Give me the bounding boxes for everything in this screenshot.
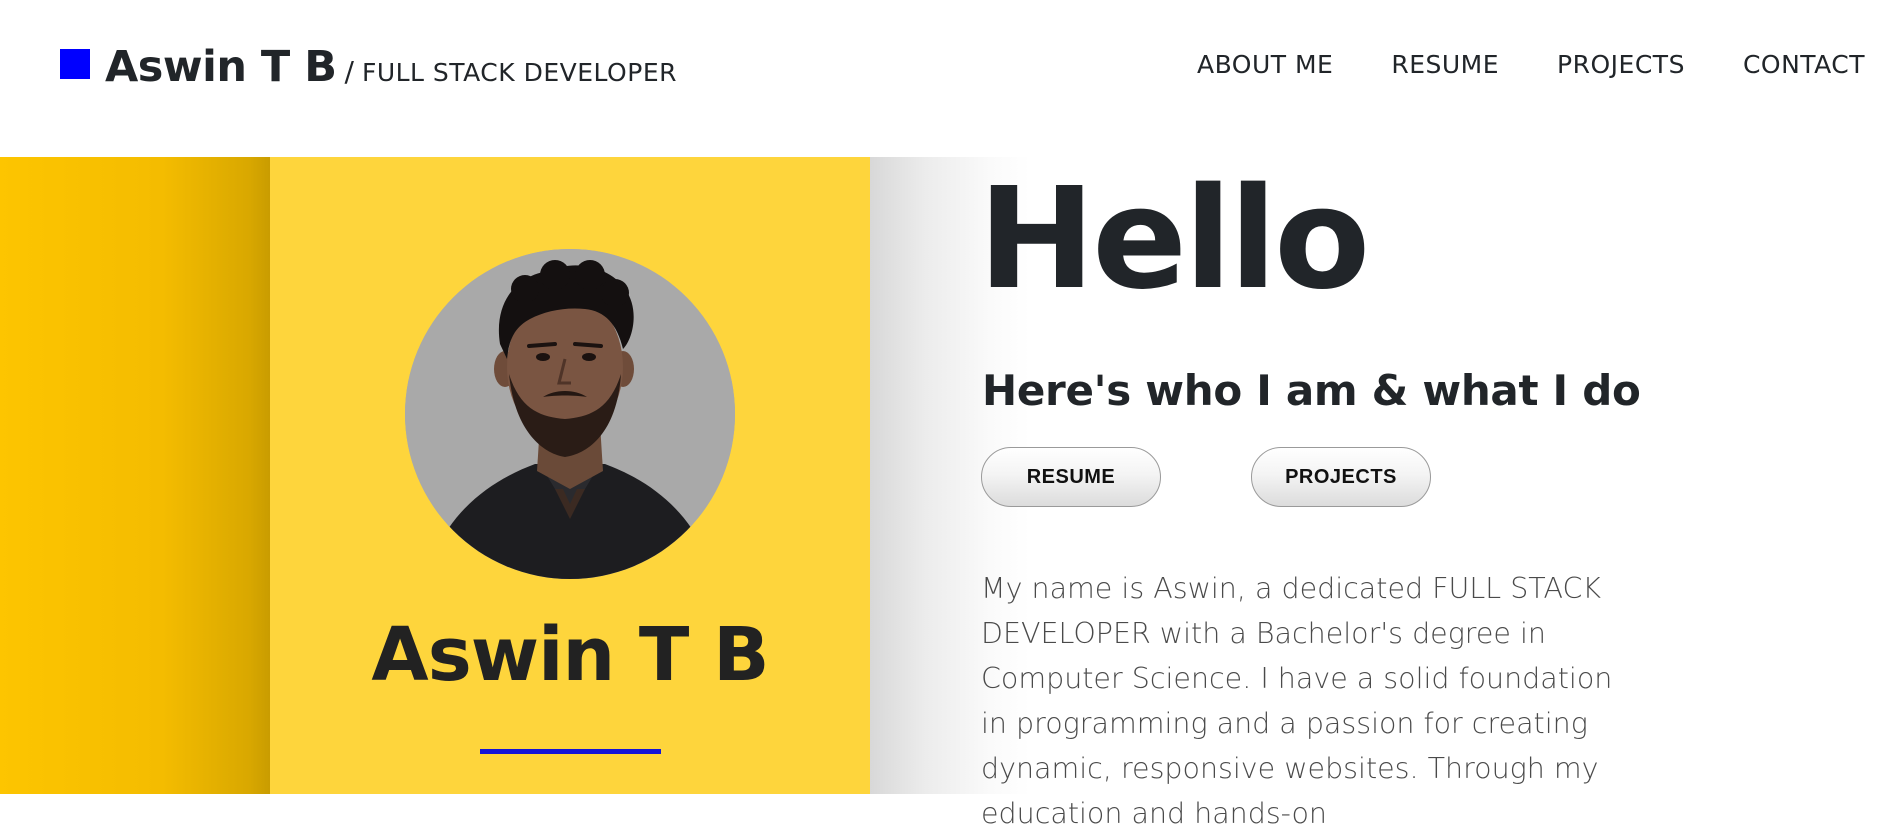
person-photo-icon: [405, 249, 735, 579]
main-nav: ABOUT ME RESUME PROJECTS CONTACT: [1197, 50, 1865, 79]
resume-button[interactable]: RESUME: [981, 447, 1161, 507]
site-header: Aswin T B / FULL STACK DEVELOPER ABOUT M…: [0, 0, 1885, 157]
profile-avatar: [405, 249, 735, 579]
brand-logo-square-icon: [60, 49, 90, 79]
brand[interactable]: Aswin T B / FULL STACK DEVELOPER: [60, 42, 677, 92]
nav-link-contact[interactable]: CONTACT: [1743, 50, 1865, 79]
projects-button[interactable]: PROJECTS: [1251, 447, 1431, 507]
nav-link-projects[interactable]: PROJECTS: [1557, 50, 1685, 79]
profile-name: Aswin T B: [371, 612, 769, 698]
nav-link-resume[interactable]: RESUME: [1391, 50, 1499, 79]
profile-name-underline: [480, 749, 661, 754]
bio-paragraph: My name is Aswin, a dedicated FULL STACK…: [981, 572, 1613, 830]
nav-link-about-me[interactable]: ABOUT ME: [1197, 50, 1333, 79]
yellow-side-strip: [0, 157, 270, 794]
brand-separator: /: [344, 55, 354, 88]
brand-name: Aswin T B: [105, 42, 337, 92]
intro-subtitle: Here's who I am & what I do: [982, 366, 1641, 415]
brand-role: FULL STACK DEVELOPER: [361, 58, 677, 87]
greeting-heading: Hello: [978, 158, 1370, 321]
